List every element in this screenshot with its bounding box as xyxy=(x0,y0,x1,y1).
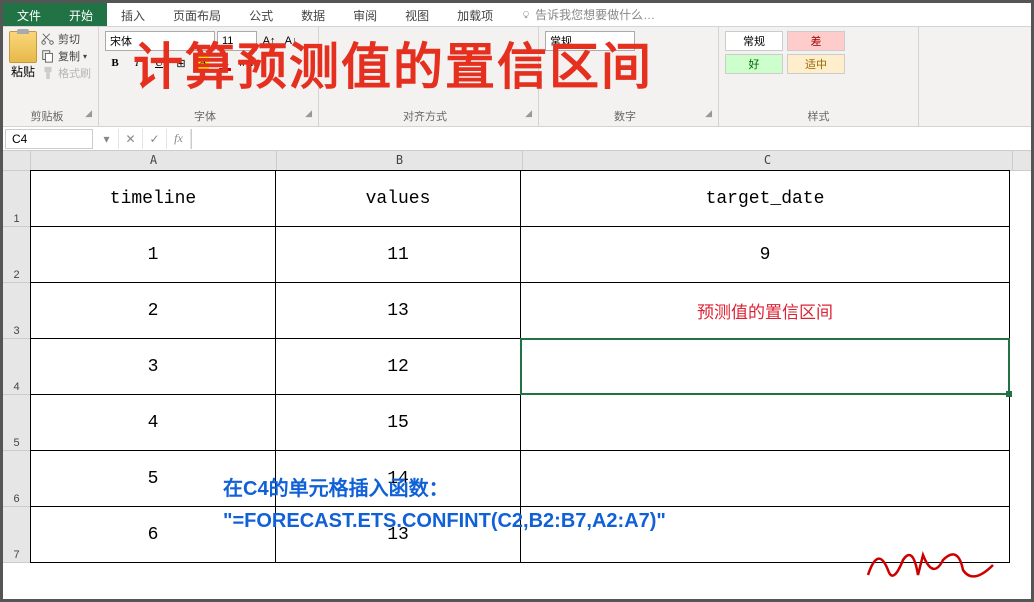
table-row: 1 timeline values target_date xyxy=(3,171,1031,227)
row-header-2[interactable]: 2 xyxy=(3,227,31,283)
cell-B3[interactable]: 13 xyxy=(275,282,521,339)
border-button[interactable]: ⊞ xyxy=(171,53,191,73)
increase-font-button[interactable]: A↑ xyxy=(259,31,279,51)
cell-B1[interactable]: values xyxy=(275,170,521,227)
tab-insert[interactable]: 插入 xyxy=(107,3,159,26)
tab-home[interactable]: 开始 xyxy=(55,3,107,26)
menu-tabs: 文件 开始 插入 页面布局 公式 数据 审阅 视图 加载项 告诉我您想要做什么… xyxy=(3,3,1031,27)
cell-C6[interactable] xyxy=(520,450,1010,507)
style-good[interactable]: 好 xyxy=(725,54,783,74)
column-header-A[interactable]: A xyxy=(31,151,277,170)
align-dialog-launcher[interactable]: ◢ xyxy=(525,108,532,119)
column-header-C[interactable]: C xyxy=(523,151,1013,170)
column-headers: A B C xyxy=(3,151,1031,171)
select-all-corner[interactable] xyxy=(3,151,31,170)
group-styles: 常规 差 好 适中 样式 xyxy=(719,27,919,126)
row-header-1[interactable]: 1 xyxy=(3,171,31,227)
clipboard-dialog-launcher[interactable]: ◢ xyxy=(85,108,92,119)
table-row: 6 5 14 xyxy=(3,451,1031,507)
fill-color-button[interactable]: A xyxy=(193,53,213,73)
copy-button[interactable]: 复制 ▾ xyxy=(41,48,91,64)
tab-file[interactable]: 文件 xyxy=(3,3,55,26)
tell-me-search[interactable]: 告诉我您想要做什么… xyxy=(507,3,669,26)
row-header-5[interactable]: 5 xyxy=(3,395,31,451)
style-normal[interactable]: 常规 xyxy=(725,31,783,51)
number-dialog-launcher[interactable]: ◢ xyxy=(705,108,712,119)
cell-A3[interactable]: 2 xyxy=(30,282,276,339)
table-row: 5 4 15 xyxy=(3,395,1031,451)
cell-A1[interactable]: timeline xyxy=(30,170,276,227)
tab-formulas[interactable]: 公式 xyxy=(235,3,287,26)
cell-B2[interactable]: 11 xyxy=(275,226,521,283)
group-number: 数字◢ xyxy=(539,27,719,126)
cell-A4[interactable]: 3 xyxy=(30,338,276,395)
cell-B7[interactable]: 13 xyxy=(275,506,521,563)
tab-data[interactable]: 数据 xyxy=(287,3,339,26)
column-header-B[interactable]: B xyxy=(277,151,523,170)
italic-button[interactable]: I xyxy=(127,53,147,73)
scissors-icon xyxy=(41,32,55,46)
insert-function-button[interactable]: fx xyxy=(167,129,191,149)
format-painter-button[interactable]: 格式刷 xyxy=(41,65,91,81)
cancel-formula-button[interactable]: ✕ xyxy=(119,129,143,149)
row-header-4[interactable]: 4 xyxy=(3,339,31,395)
cell-A5[interactable]: 4 xyxy=(30,394,276,451)
group-clipboard: 粘贴 剪切 复制 ▾ 格式刷 剪贴板◢ xyxy=(3,27,99,126)
ribbon: 粘贴 剪切 复制 ▾ 格式刷 剪贴板◢ A↑ A↓ B I U ⊞ A xyxy=(3,27,1031,127)
row-header-6[interactable]: 6 xyxy=(3,451,31,507)
tab-page-layout[interactable]: 页面布局 xyxy=(159,3,235,26)
formula-bar: ▾ ✕ ✓ fx xyxy=(3,127,1031,151)
tab-addins[interactable]: 加载项 xyxy=(443,3,507,26)
cell-C1[interactable]: target_date xyxy=(520,170,1010,227)
style-bad[interactable]: 差 xyxy=(787,31,845,51)
table-row: 2 1 11 9 xyxy=(3,227,1031,283)
font-dialog-launcher[interactable]: ◢ xyxy=(305,108,312,119)
cut-button[interactable]: 剪切 xyxy=(41,31,91,47)
cell-C4[interactable] xyxy=(520,338,1010,395)
enter-formula-button[interactable]: ✓ xyxy=(143,129,167,149)
cell-B4[interactable]: 12 xyxy=(275,338,521,395)
cell-A7[interactable]: 6 xyxy=(30,506,276,563)
cell-B5[interactable]: 15 xyxy=(275,394,521,451)
underline-button[interactable]: U xyxy=(149,53,169,73)
cell-B6[interactable]: 14 xyxy=(275,450,521,507)
table-row: 3 2 13 预测值的置信区间 xyxy=(3,283,1031,339)
cell-A6[interactable]: 5 xyxy=(30,450,276,507)
cell-C2[interactable]: 9 xyxy=(520,226,1010,283)
name-box[interactable] xyxy=(5,129,93,149)
number-format-select[interactable] xyxy=(545,31,635,51)
row-header-3[interactable]: 3 xyxy=(3,283,31,339)
font-size-select[interactable] xyxy=(217,31,257,51)
tab-view[interactable]: 视图 xyxy=(391,3,443,26)
cell-C5[interactable] xyxy=(520,394,1010,451)
copy-icon xyxy=(41,49,55,63)
paste-icon xyxy=(9,31,37,63)
group-alignment: 对齐方式◢ xyxy=(319,27,539,126)
font-name-select[interactable] xyxy=(105,31,215,51)
paste-button[interactable]: 粘贴 xyxy=(9,31,37,81)
cell-C3[interactable]: 预测值的置信区间 xyxy=(520,282,1010,339)
cell-A2[interactable]: 1 xyxy=(30,226,276,283)
signature xyxy=(863,540,1003,593)
tab-review[interactable]: 审阅 xyxy=(339,3,391,26)
style-neutral[interactable]: 适中 xyxy=(787,54,845,74)
worksheet: A B C 1 timeline values target_date 2 1 … xyxy=(3,151,1031,563)
bold-button[interactable]: B xyxy=(105,53,125,73)
name-box-dropdown[interactable]: ▾ xyxy=(95,129,119,149)
row-header-7[interactable]: 7 xyxy=(3,507,31,563)
group-font: A↑ A↓ B I U ⊞ A A wén 字体◢ xyxy=(99,27,319,126)
phonetic-button[interactable]: wén xyxy=(237,53,257,73)
font-color-button[interactable]: A xyxy=(215,53,235,73)
lightbulb-icon xyxy=(521,10,531,20)
table-row: 4 3 12 xyxy=(3,339,1031,395)
formula-input[interactable] xyxy=(191,129,1031,149)
decrease-font-button[interactable]: A↓ xyxy=(281,31,301,51)
brush-icon xyxy=(41,66,55,80)
